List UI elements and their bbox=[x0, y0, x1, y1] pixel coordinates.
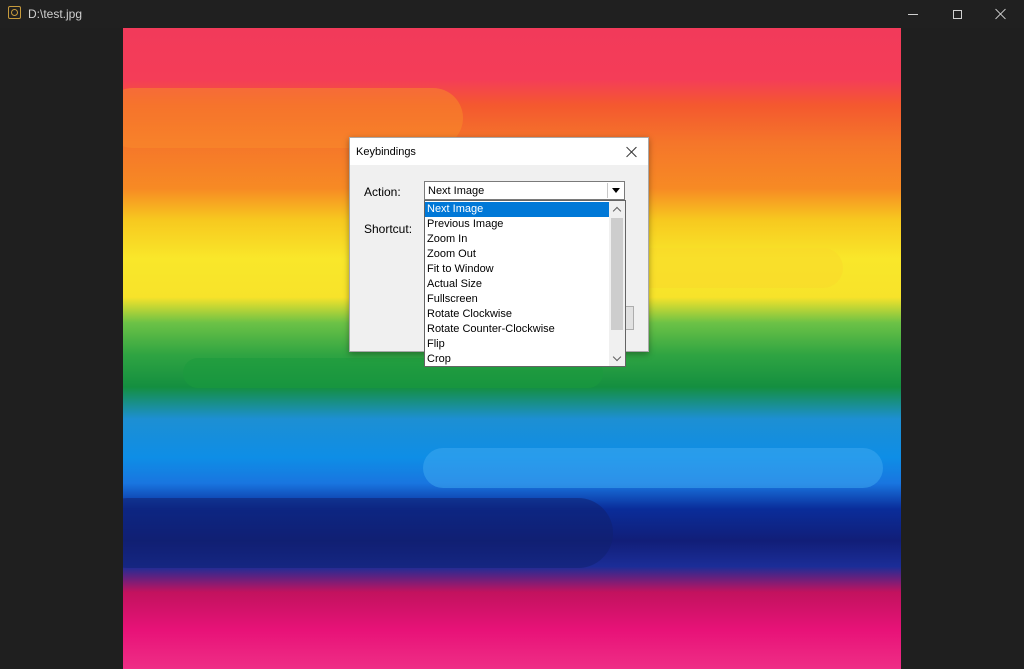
close-window-button[interactable] bbox=[978, 0, 1024, 28]
dropdown-item-zoom-out[interactable]: Zoom Out bbox=[425, 247, 609, 262]
dropdown-item-fit-to-window[interactable]: Fit to Window bbox=[425, 262, 609, 277]
app-icon bbox=[8, 6, 21, 19]
scrollbar-thumb[interactable] bbox=[611, 218, 623, 330]
dialog-header: Keybindings bbox=[350, 138, 648, 165]
dropdown-item-flip[interactable]: Flip bbox=[425, 337, 609, 352]
dialog-title: Keybindings bbox=[356, 146, 416, 158]
minimize-button[interactable] bbox=[890, 0, 936, 28]
paint-streak-navy bbox=[123, 498, 613, 568]
dropdown-item-zoom-in[interactable]: Zoom In bbox=[425, 232, 609, 247]
dialog-close-icon[interactable] bbox=[618, 141, 646, 163]
maximize-button[interactable] bbox=[934, 0, 980, 28]
chevron-down-icon[interactable] bbox=[607, 183, 623, 198]
maximize-icon bbox=[952, 9, 962, 19]
dropdown-item-previous-image[interactable]: Previous Image bbox=[425, 217, 609, 232]
window-title: D:\test.jpg bbox=[28, 7, 83, 21]
dropdown-item-actual-size[interactable]: Actual Size bbox=[425, 277, 609, 292]
chevron-up-icon[interactable] bbox=[609, 201, 625, 217]
dropdown-item-rotate-clockwise[interactable]: Rotate Clockwise bbox=[425, 307, 609, 322]
dropdown-item-crop[interactable]: Crop bbox=[425, 352, 609, 366]
action-combobox[interactable]: Next Image bbox=[424, 181, 625, 200]
dropdown-scrollbar[interactable] bbox=[609, 201, 625, 366]
shortcut-label: Shortcut: bbox=[364, 222, 413, 236]
action-label: Action: bbox=[364, 185, 401, 199]
action-combobox-value: Next Image bbox=[428, 185, 485, 197]
minimize-icon bbox=[908, 13, 918, 15]
action-dropdown-list[interactable]: Next Image Previous Image Zoom In Zoom O… bbox=[424, 200, 626, 367]
paint-streak-lightblue bbox=[423, 448, 883, 488]
window-titlebar: D:\test.jpg bbox=[0, 0, 1024, 28]
dropdown-item-next-image[interactable]: Next Image bbox=[425, 202, 609, 217]
dropdown-item-fullscreen[interactable]: Fullscreen bbox=[425, 292, 609, 307]
dropdown-item-rotate-counter-clockwise[interactable]: Rotate Counter-Clockwise bbox=[425, 322, 609, 337]
close-icon bbox=[995, 8, 1007, 20]
chevron-down-icon[interactable] bbox=[609, 350, 625, 366]
